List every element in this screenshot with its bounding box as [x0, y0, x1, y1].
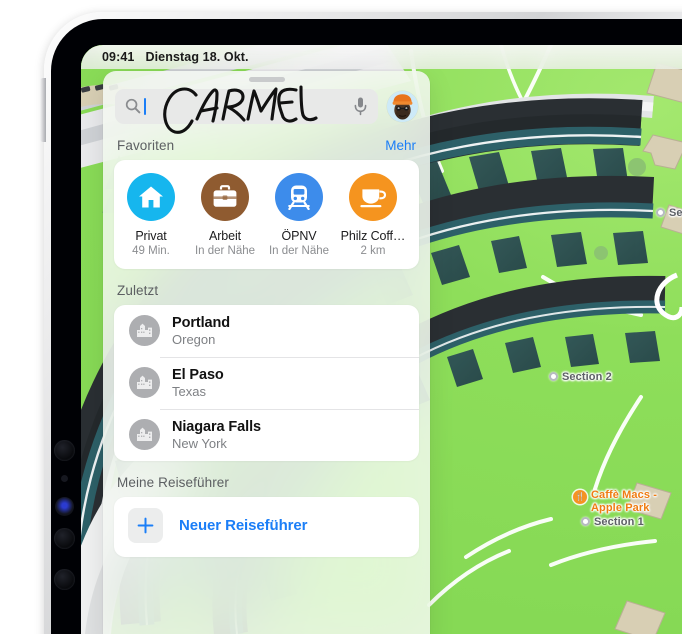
- map-label-text: Section 1: [594, 516, 644, 528]
- favorite-label: ÖPNV: [281, 228, 317, 243]
- home-icon: [139, 186, 163, 207]
- status-bar-date: Dienstag 18. Okt.: [145, 50, 249, 64]
- favorite-bubble: [201, 172, 249, 221]
- ipad-screen: N TANTAU AVE: [81, 45, 682, 634]
- plus-glyph: [137, 517, 154, 533]
- map-label-text: Section 3: [669, 207, 682, 219]
- map-label-caffe-macs[interactable]: 🍴 Caffè Macs - Apple Park: [573, 489, 657, 514]
- infrared-emitter-icon: [55, 497, 74, 516]
- restaurant-icon: 🍴: [573, 490, 587, 504]
- transit-stop-icon: [549, 372, 558, 381]
- favorite-bubble: [127, 172, 175, 221]
- favorite-sublabel: In der Nähe: [268, 244, 330, 257]
- favorite-item-transit[interactable]: ÖPNV In der Nähe: [262, 172, 336, 257]
- favorite-sublabel: 2 km: [360, 244, 386, 257]
- city-icon: [129, 367, 160, 398]
- transit-stop-icon: [656, 208, 665, 217]
- guides-card: Neuer Reiseführer: [114, 496, 419, 557]
- list-item-subtitle: Oregon: [172, 331, 216, 347]
- ambient-sensor-icon: [61, 475, 68, 482]
- list-item-subtitle: New York: [172, 435, 227, 451]
- recents-title: Zuletzt: [117, 282, 159, 298]
- list-item-title: El Paso: [172, 366, 224, 383]
- map-label-section-1[interactable]: Section 1: [581, 516, 644, 529]
- city-glyph: [137, 427, 152, 441]
- favorite-label: Arbeit: [208, 228, 242, 243]
- status-bar-time: 09:41: [102, 50, 135, 64]
- search-input[interactable]: [115, 84, 378, 134]
- memoji-avatar[interactable]: [387, 90, 418, 122]
- status-bar: 09:41 Dienstag 18. Okt.: [81, 45, 682, 69]
- favorite-sublabel: In der Nähe: [194, 244, 256, 257]
- favorite-label: Privat: [135, 228, 167, 243]
- city-icon: [129, 419, 160, 450]
- map-label-section-3[interactable]: Section 3: [656, 207, 682, 220]
- list-item-subtitle: Texas: [172, 383, 206, 399]
- coffee-icon: [360, 188, 387, 207]
- favorite-label: Philz Coff…: [340, 228, 406, 243]
- flood-illuminator-icon: [54, 569, 75, 590]
- guides-header: Meine Reiseführer: [103, 461, 430, 497]
- city-glyph: [137, 375, 152, 389]
- microphone-icon[interactable]: [353, 96, 368, 116]
- favorite-item-home[interactable]: Privat 49 Min.: [114, 172, 188, 257]
- maps-sidebar-panel[interactable]: Favoriten Mehr Privat 49 Min. Arbeit In …: [103, 71, 430, 634]
- favorites-card: Privat 49 Min. Arbeit In der Nähe ÖPNV I…: [114, 159, 419, 269]
- list-item[interactable]: Niagara Falls New York: [114, 408, 419, 461]
- favorite-item-more[interactable]: [410, 173, 419, 257]
- guides-title: Meine Reiseführer: [117, 474, 230, 490]
- favorite-bubble: [349, 172, 397, 221]
- recents-header: Zuletzt: [103, 269, 430, 305]
- map-label-text: Section 2: [562, 371, 612, 383]
- map-label-section-2[interactable]: Section 2: [549, 371, 612, 384]
- favorites-header: Favoriten Mehr: [103, 124, 430, 160]
- new-guide-button[interactable]: Neuer Reiseführer: [114, 497, 419, 557]
- favorite-bubble: [275, 172, 323, 221]
- list-item[interactable]: El Paso Texas: [114, 356, 419, 409]
- favorites-more-button[interactable]: Mehr: [385, 138, 416, 153]
- plus-icon: [128, 507, 163, 543]
- dot-projector-icon: [54, 528, 75, 549]
- list-item-text: El Paso Texas: [172, 367, 224, 399]
- list-item-title: Niagara Falls: [172, 418, 261, 435]
- transit-stop-icon: [581, 517, 590, 526]
- text-cursor: [144, 97, 146, 115]
- front-camera-icon: [54, 440, 75, 461]
- briefcase-icon: [213, 184, 237, 207]
- screenshot-root: N TANTAU AVE: [0, 0, 682, 634]
- list-item-text: Niagara Falls New York: [172, 419, 261, 451]
- new-guide-label: Neuer Reiseführer: [179, 516, 308, 534]
- search-icon: [125, 98, 141, 114]
- city-glyph: [137, 323, 152, 337]
- list-item-title: Portland: [172, 314, 231, 331]
- favorite-item-work[interactable]: Arbeit In der Nähe: [188, 172, 262, 257]
- city-icon: [129, 315, 160, 346]
- list-item[interactable]: Portland Oregon: [114, 305, 419, 357]
- favorite-item-philz-coffee[interactable]: Philz Coff… 2 km: [336, 172, 410, 257]
- recents-card: Portland Oregon El Paso Texas Niagara Fa…: [114, 304, 419, 461]
- list-item-text: Portland Oregon: [172, 315, 230, 347]
- favorites-title: Favoriten: [117, 137, 175, 153]
- favorite-sublabel: 49 Min.: [132, 244, 170, 257]
- avatar-image: [387, 90, 418, 122]
- search-row: [103, 82, 430, 134]
- volume-button[interactable]: [40, 78, 46, 142]
- map-label-text: Caffè Macs - Apple Park: [591, 489, 657, 514]
- train-icon: [288, 185, 310, 210]
